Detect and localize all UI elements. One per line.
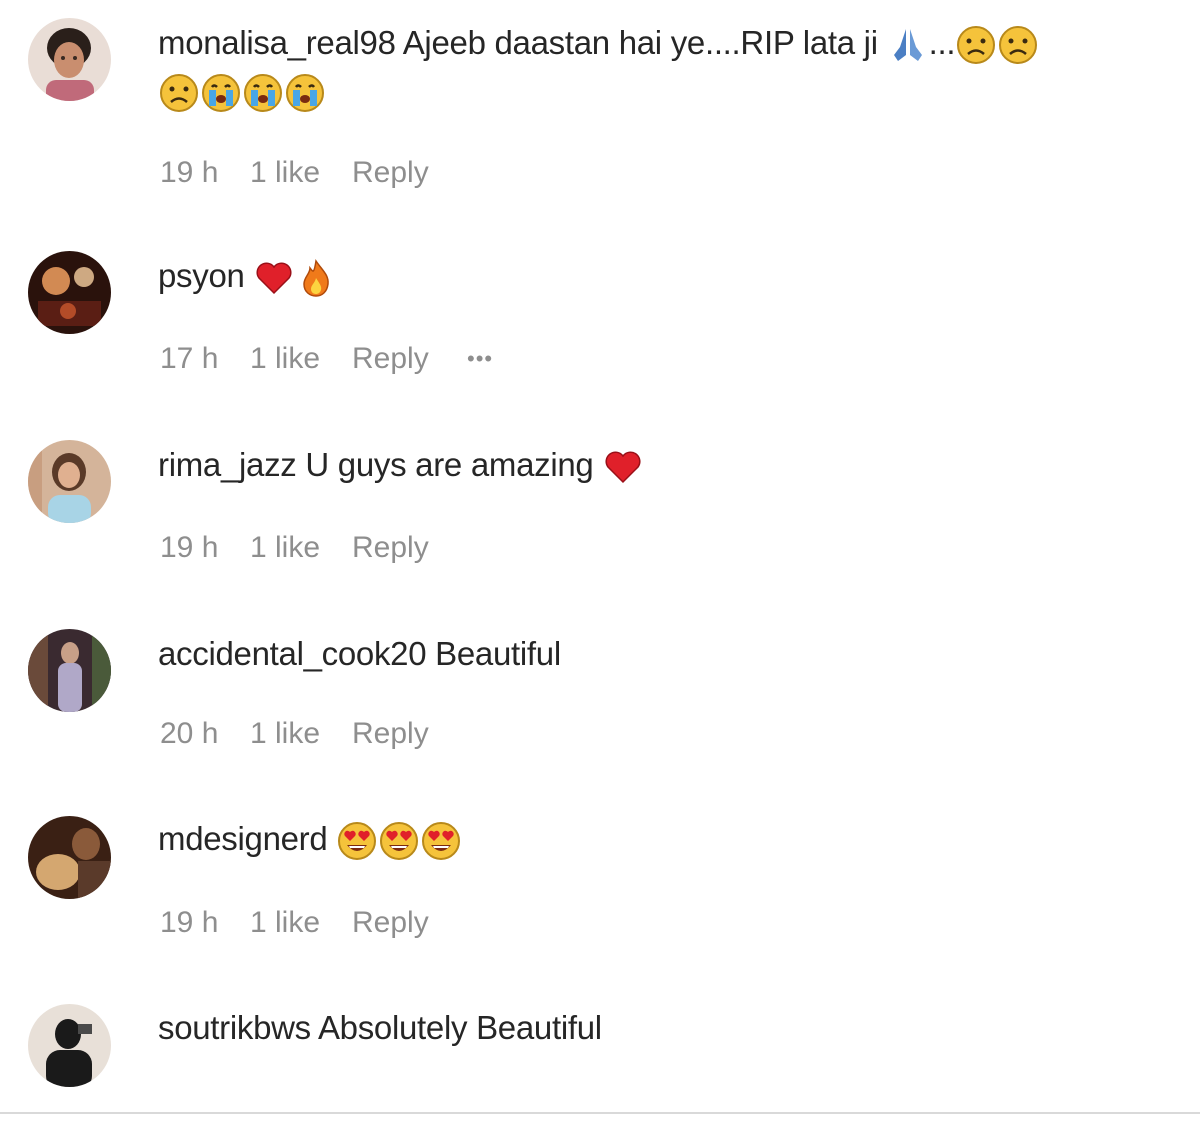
- crying-face-icon: [202, 74, 240, 113]
- like-count[interactable]: 1 like: [250, 528, 352, 568]
- comment-meta: 17 h1 like Reply •••: [160, 338, 493, 378]
- comment-time[interactable]: 19 h: [160, 153, 250, 193]
- comment-body: rima_jazz U guys are amazing: [158, 441, 1158, 489]
- reply-button[interactable]: Reply: [352, 714, 467, 754]
- avatar[interactable]: [28, 251, 111, 334]
- comment-time[interactable]: 17 h: [160, 339, 250, 379]
- comment-body: soutrikbws Absolutely Beautiful: [158, 1004, 1158, 1052]
- sad-face-icon: [999, 26, 1038, 65]
- reply-button[interactable]: Reply: [352, 903, 467, 943]
- comment-meta: 19 h1 like Reply: [160, 902, 467, 942]
- comment-body: accidental_cook20 Beautiful: [158, 630, 1158, 678]
- comment-username[interactable]: soutrikbws: [158, 1009, 311, 1046]
- comment-username[interactable]: mdesignerd: [158, 820, 328, 857]
- reply-button[interactable]: Reply: [352, 528, 467, 568]
- comment-list: monalisa_real98 Ajeeb daastan hai ye....…: [0, 0, 1200, 1112]
- comment-username[interactable]: accidental_cook20: [158, 635, 427, 672]
- avatar[interactable]: [28, 816, 111, 899]
- red-heart-icon: [256, 262, 292, 295]
- heart-eyes-icon: [338, 822, 377, 861]
- avatar[interactable]: [28, 18, 111, 101]
- comment-time[interactable]: 20 h: [160, 714, 250, 754]
- crying-face-icon: [244, 74, 282, 113]
- comment-time[interactable]: 19 h: [160, 528, 250, 568]
- sad-face-icon: [160, 74, 198, 113]
- comment-username[interactable]: psyon: [158, 257, 245, 294]
- ellipsis-text: ...: [928, 24, 956, 61]
- heart-eyes-icon: [422, 822, 461, 861]
- comment-meta: 19 h1 like Reply: [160, 152, 467, 192]
- comment-text: Absolutely Beautiful: [317, 1009, 602, 1046]
- comment-body: psyon: [158, 252, 1158, 300]
- divider: [0, 1112, 1200, 1114]
- red-heart-icon: [605, 451, 641, 484]
- like-count[interactable]: 1 like: [250, 153, 352, 193]
- reply-button[interactable]: Reply: [352, 339, 467, 379]
- avatar[interactable]: [28, 629, 111, 712]
- comment-username[interactable]: rima_jazz: [158, 446, 297, 483]
- crying-face-icon: [286, 74, 324, 113]
- sad-face-icon: [957, 26, 996, 65]
- comment-time[interactable]: 19 h: [160, 903, 250, 943]
- comment-username[interactable]: monalisa_real98: [158, 24, 396, 61]
- comment-text: Ajeeb daastan hai ye....RIP lata ji: [402, 24, 878, 61]
- comment-meta: 19 h1 like Reply: [160, 527, 467, 567]
- more-options-icon[interactable]: •••: [467, 339, 493, 379]
- fire-icon: [303, 259, 330, 298]
- like-count[interactable]: 1 like: [250, 339, 352, 379]
- comment-body: monalisa_real98 Ajeeb daastan hai ye....…: [158, 19, 1158, 115]
- avatar[interactable]: [28, 1004, 111, 1087]
- folded-hands-icon: [893, 29, 922, 62]
- like-count[interactable]: 1 like: [250, 714, 352, 754]
- comment-text: U guys are amazing: [305, 446, 594, 483]
- comment-meta: 20 h1 like Reply: [160, 713, 467, 753]
- heart-eyes-icon: [380, 822, 419, 861]
- comment-text: Beautiful: [435, 635, 561, 672]
- avatar[interactable]: [28, 440, 111, 523]
- reply-button[interactable]: Reply: [352, 153, 467, 193]
- comment-body: mdesignerd: [158, 815, 1158, 863]
- like-count[interactable]: 1 like: [250, 903, 352, 943]
